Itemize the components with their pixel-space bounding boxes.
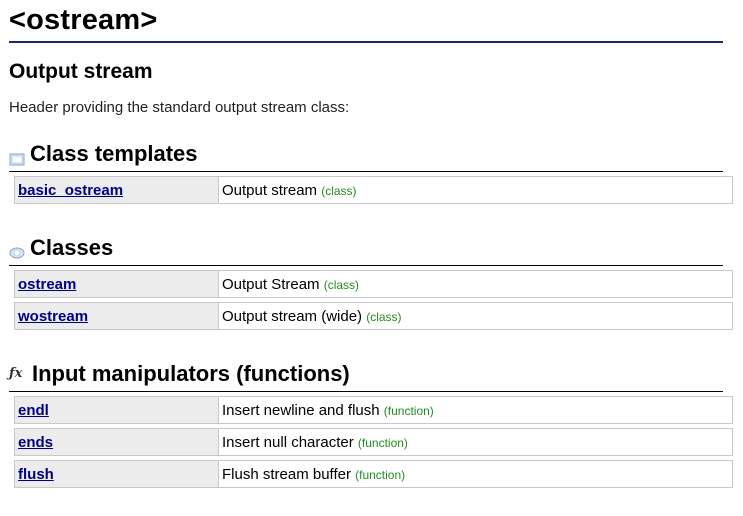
member-kind: (function) bbox=[357, 435, 408, 450]
reference-page: <ostream> Output stream Header providing… bbox=[0, 0, 743, 492]
description-cell: Insert null character (function) bbox=[219, 428, 733, 456]
member-description: Output Stream bbox=[222, 275, 320, 293]
table-row: ends Insert null character (function) bbox=[14, 428, 733, 456]
member-link-basic-ostream[interactable]: basic_ostream bbox=[18, 182, 123, 199]
member-link-ostream[interactable]: ostream bbox=[18, 276, 76, 293]
member-description: Insert null character bbox=[222, 433, 354, 451]
section-heading: ƒx Input manipulators (functions) bbox=[9, 360, 734, 388]
member-link-ends[interactable]: ends bbox=[18, 434, 53, 451]
description-cell: Flush stream buffer (function) bbox=[219, 460, 733, 488]
header-description: Header providing the standard output str… bbox=[9, 99, 350, 116]
table-row: basic_ostream Output stream (class) bbox=[14, 176, 733, 204]
title-divider bbox=[9, 41, 723, 43]
section-input-manipulators: ƒx Input manipulators (functions) endl I… bbox=[9, 360, 734, 492]
description-cell: Output stream (class) bbox=[219, 176, 733, 204]
member-description: Flush stream buffer bbox=[222, 465, 351, 483]
name-cell: flush bbox=[14, 460, 219, 488]
member-kind: (class) bbox=[321, 183, 357, 198]
table-row: wostream Output stream (wide) (class) bbox=[14, 302, 733, 330]
class-template-icon bbox=[9, 146, 25, 166]
name-cell: ends bbox=[14, 428, 219, 456]
function-icon: ƒx bbox=[9, 366, 23, 381]
section-heading: Classes bbox=[9, 234, 734, 262]
member-kind: (class) bbox=[366, 309, 402, 324]
section-heading-label: Input manipulators (functions) bbox=[32, 361, 350, 386]
table-row: flush Flush stream buffer (function) bbox=[14, 460, 733, 488]
description-cell: Output Stream (class) bbox=[219, 270, 733, 298]
member-kind: (function) bbox=[383, 403, 434, 418]
section-classes: Classes ostream Output Stream (class) wo… bbox=[9, 234, 734, 334]
table-row: ostream Output Stream (class) bbox=[14, 270, 733, 298]
description-cell: Output stream (wide) (class) bbox=[219, 302, 733, 330]
section-heading-label: Class templates bbox=[30, 141, 198, 166]
member-link-wostream[interactable]: wostream bbox=[18, 308, 88, 325]
description-cell: Insert newline and flush (function) bbox=[219, 396, 733, 424]
name-cell: endl bbox=[14, 396, 219, 424]
section-heading-label: Classes bbox=[30, 235, 114, 260]
name-cell: wostream bbox=[14, 302, 219, 330]
class-icon bbox=[9, 240, 25, 259]
member-kind: (function) bbox=[355, 467, 406, 482]
page-subtitle: Output stream bbox=[9, 60, 153, 83]
member-description: Output stream (wide) bbox=[222, 307, 363, 325]
member-link-flush[interactable]: flush bbox=[18, 466, 54, 483]
name-cell: ostream bbox=[14, 270, 219, 298]
member-kind: (class) bbox=[323, 277, 360, 292]
member-link-endl[interactable]: endl bbox=[18, 402, 49, 419]
section-divider bbox=[9, 171, 723, 172]
page-title: <ostream> bbox=[9, 4, 158, 36]
table-row: endl Insert newline and flush (function) bbox=[14, 396, 733, 424]
section-class-templates: Class templates basic_ostream Output str… bbox=[9, 140, 734, 204]
members-table: basic_ostream Output stream (class) bbox=[14, 176, 733, 204]
member-description: Insert newline and flush bbox=[222, 401, 380, 419]
member-description: Output stream bbox=[222, 181, 318, 199]
members-table: endl Insert newline and flush (function)… bbox=[14, 392, 733, 492]
name-cell: basic_ostream bbox=[14, 176, 219, 204]
section-heading: Class templates bbox=[9, 140, 734, 168]
members-table: ostream Output Stream (class) wostream O… bbox=[14, 266, 733, 334]
